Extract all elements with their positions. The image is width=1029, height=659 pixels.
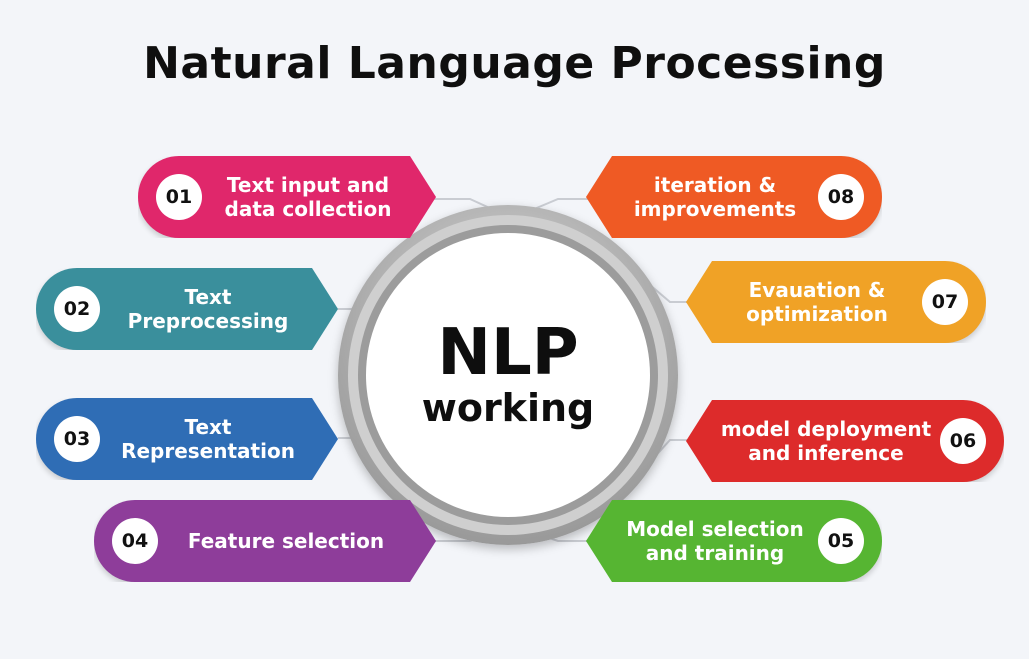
step-number: 08 [818, 174, 864, 220]
step-number: 04 [112, 518, 158, 564]
step-label: Text Representation [121, 415, 295, 463]
step-07: 07 Evauation & optimization [686, 261, 986, 343]
step-05: 05 Model selection and training [586, 500, 882, 582]
step-label: Feature selection [187, 529, 385, 553]
step-06: 06 model deployment and inference [686, 400, 1004, 482]
step-label: Model selection and training [626, 517, 804, 565]
step-04: 04 Feature selection [94, 500, 436, 582]
step-label: Text Preprocessing [127, 285, 289, 333]
center-hub: NLP working [338, 205, 678, 545]
hub-title: NLP [437, 316, 579, 390]
hub-subtitle: working [421, 386, 595, 430]
step-label: Evauation & optimization [746, 278, 888, 326]
step-number: 06 [940, 418, 986, 464]
step-label: Text input and data collection [224, 173, 392, 221]
step-label: model deployment and inference [720, 417, 932, 465]
step-01: 01 Text input and data collection [138, 156, 436, 238]
hub-core: NLP working [366, 233, 650, 517]
step-number: 02 [54, 286, 100, 332]
step-label: iteration & improvements [633, 173, 797, 221]
step-02: 02 Text Preprocessing [36, 268, 338, 350]
step-03: 03 Text Representation [36, 398, 338, 480]
step-number: 05 [818, 518, 864, 564]
step-number: 07 [922, 279, 968, 325]
step-number: 01 [156, 174, 202, 220]
step-number: 03 [54, 416, 100, 462]
step-08: 08 iteration & improvements [586, 156, 882, 238]
nlp-infographic: Natural Language Processing NLP working … [0, 0, 1029, 659]
